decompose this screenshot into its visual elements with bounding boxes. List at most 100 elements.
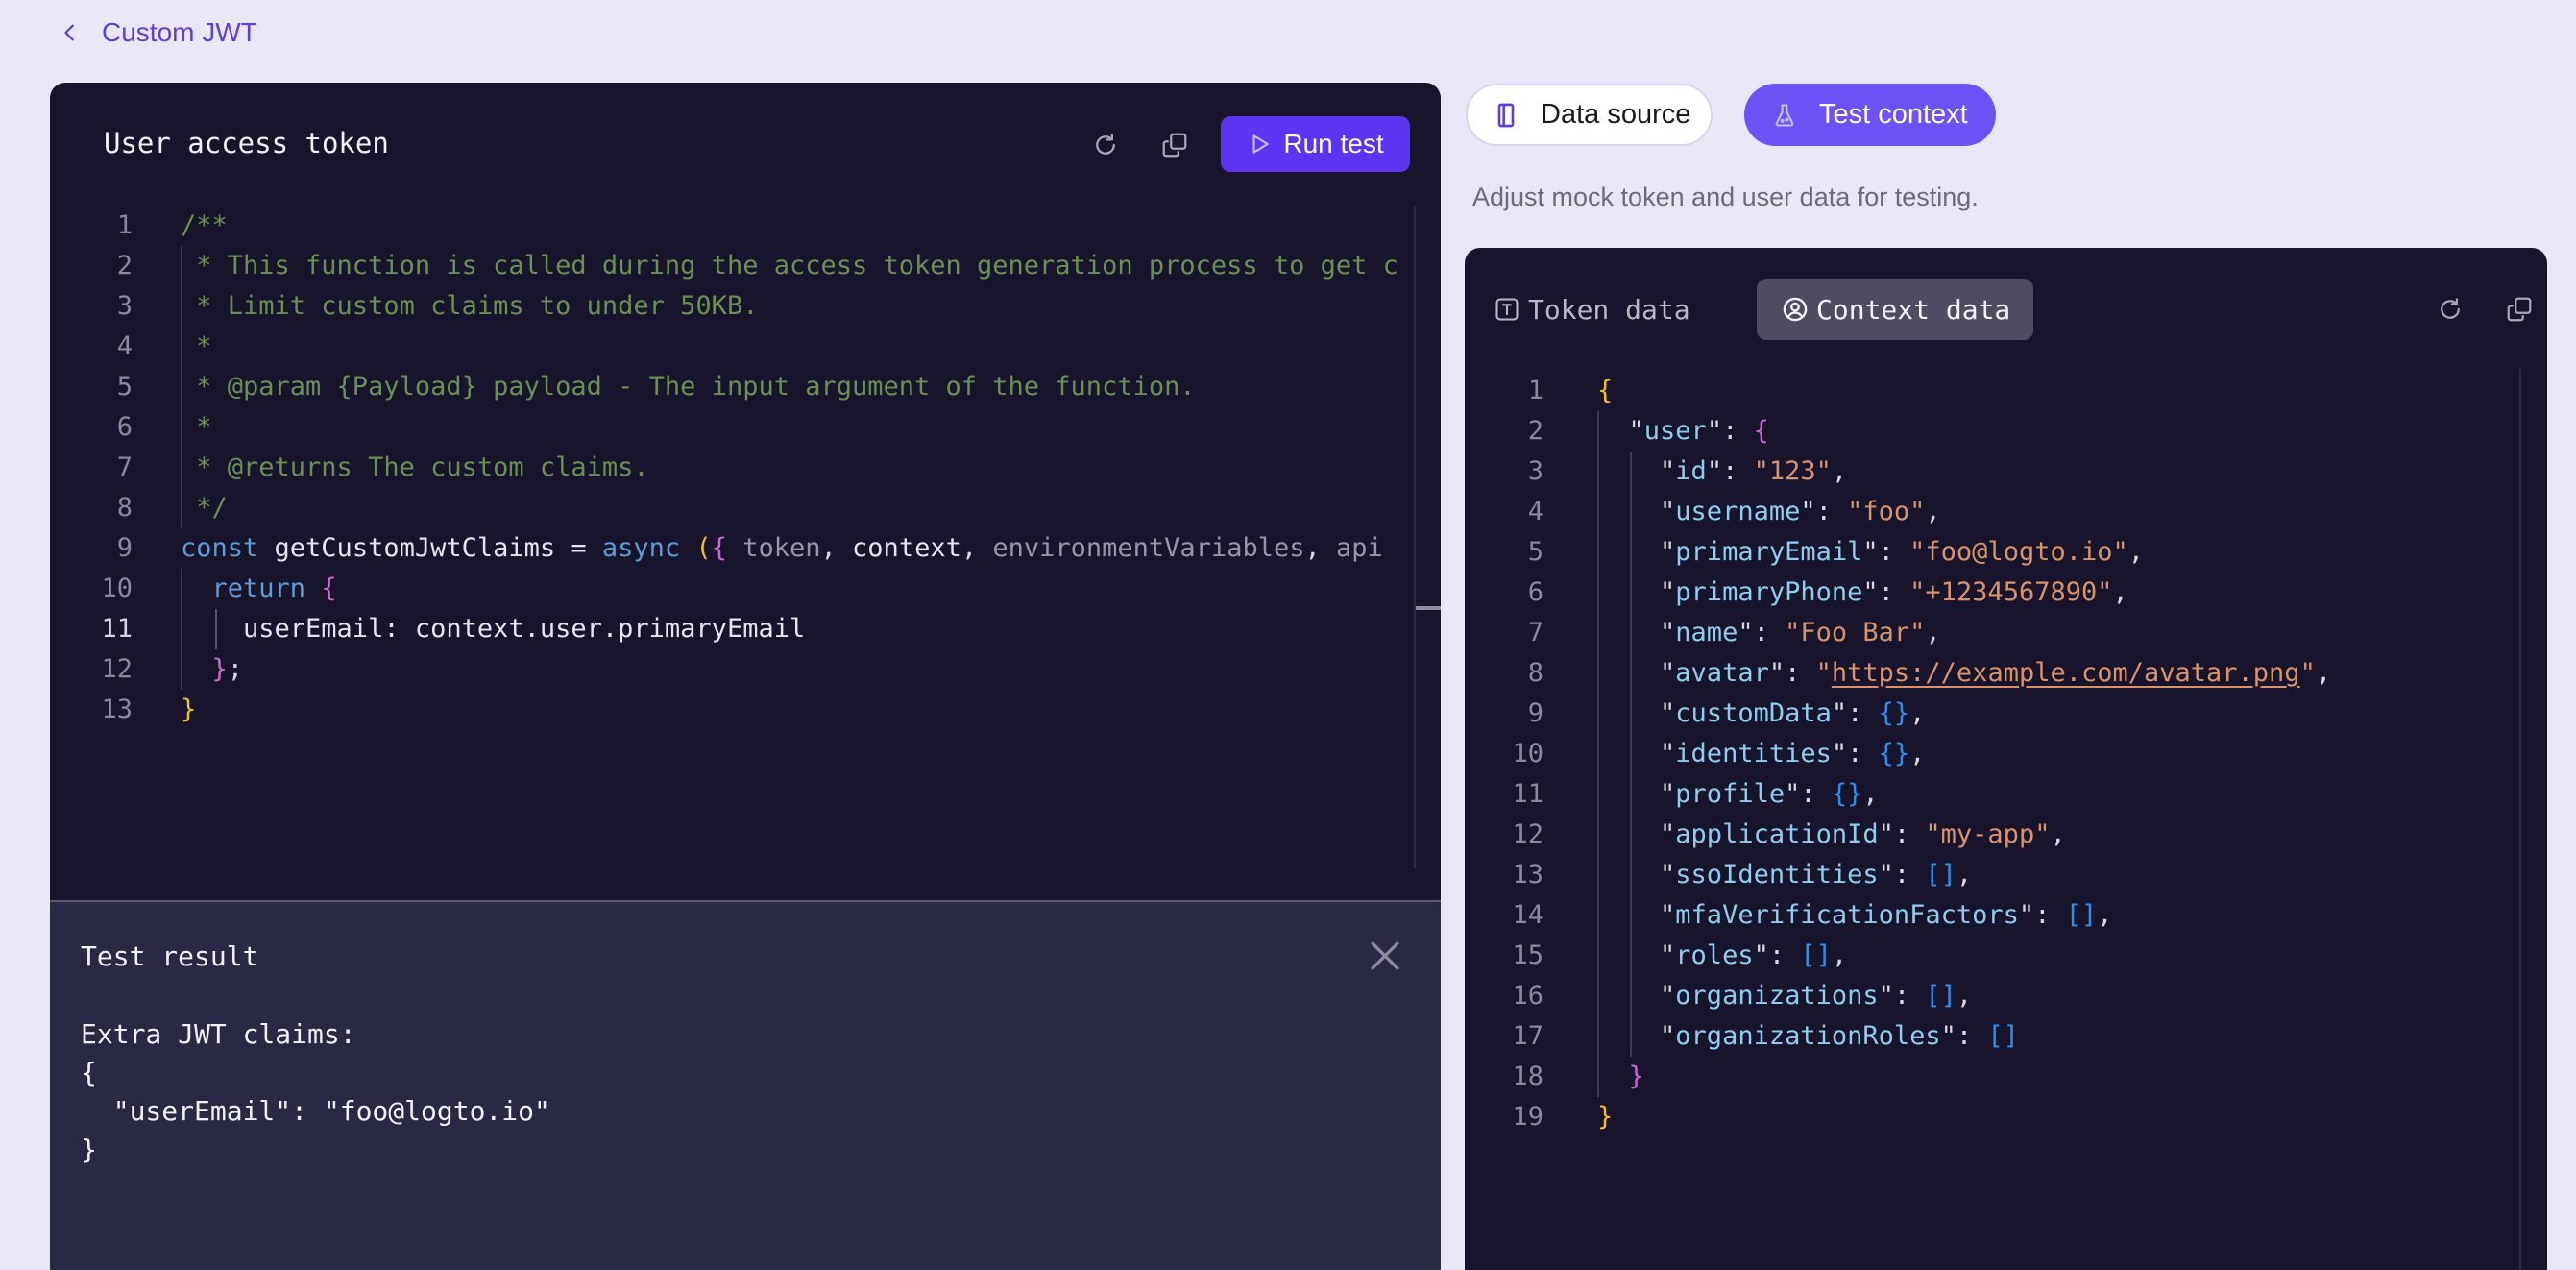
play-icon [1252, 134, 1270, 154]
code-token: const [181, 533, 259, 563]
code-token: , [1304, 533, 1336, 563]
tab-context-data-label: Context data [1816, 293, 2011, 326]
editor-scroll-thumb[interactable] [1416, 606, 1441, 610]
reset-button[interactable] [1084, 124, 1127, 166]
code-token: : [1785, 658, 1816, 688]
code-token: : [1878, 577, 1910, 607]
test-context-button[interactable]: Test context [1744, 84, 1996, 146]
reset-context-button[interactable] [2429, 288, 2471, 330]
code-token: " [1660, 940, 1676, 970]
code-text: * Limit custom claims to under 50KB. [181, 286, 758, 327]
copy-icon [1162, 133, 1187, 158]
code-line: 3 * Limit custom claims to under 50KB. [50, 286, 1414, 327]
code-token: " [1660, 698, 1676, 728]
code-line: 10 return { [50, 569, 1414, 609]
code-token: " [1878, 860, 1894, 890]
code-token: " [1878, 981, 1894, 1011]
tab-token-data[interactable]: Token data [1470, 279, 1713, 340]
code-token: " [1785, 779, 1801, 809]
line-number: 10 [101, 574, 133, 603]
code-token: : [1893, 981, 1926, 1011]
code-token: getCustomJwtClaims = [258, 533, 602, 563]
code-token: : [1878, 537, 1910, 567]
code-token: " [1628, 416, 1644, 446]
copy-button[interactable] [1154, 124, 1196, 166]
code-token: applicationId [1675, 819, 1879, 849]
code-token: , [1909, 739, 1926, 769]
code-token: } [181, 695, 197, 724]
line-number: 11 [1512, 779, 1543, 809]
code-token: , [2315, 658, 2332, 688]
code-token: " [1706, 456, 1723, 486]
code-token: " [1862, 577, 1879, 607]
code-text: "profile": {}, [1597, 774, 1879, 815]
code-token: {} [1831, 779, 1863, 809]
code-token: organizations [1675, 981, 1879, 1011]
code-line: 13} [50, 690, 1414, 730]
code-token: : [1815, 497, 1848, 526]
code-text: "username": "foo", [1597, 492, 1941, 532]
chevron-left-icon [64, 24, 74, 41]
code-token: : [1800, 779, 1832, 809]
code-token: [] [2065, 900, 2098, 930]
line-number: 9 [1527, 698, 1543, 728]
code-token: , [820, 533, 853, 563]
context-json-editor[interactable]: 1{2 "user": {3 "id": "123", 4 "username":… [1465, 371, 2521, 1264]
data-source-button[interactable]: Data source [1466, 84, 1713, 146]
code-token: " [1831, 739, 1848, 769]
line-number: 3 [1527, 456, 1543, 486]
code-token: " [1660, 981, 1676, 1011]
code-editor-panel: User access token Run test 1 /** 2 * This … [50, 83, 1441, 1270]
code-line: 9 "customData": {}, [1465, 694, 2521, 734]
code-token: ( [695, 533, 712, 563]
code-token[interactable]: https://example.com/avatar.png [1832, 658, 2300, 688]
close-icon [1371, 941, 1399, 970]
code-token: api [1335, 533, 1383, 563]
code-token: " [1878, 819, 1894, 849]
line-number: 6 [1527, 577, 1543, 607]
code-text: "organizationRoles": [] [1597, 1016, 2019, 1057]
code-token: , [2050, 819, 2066, 849]
close-button[interactable] [1364, 935, 1406, 977]
line-number: 12 [1512, 819, 1543, 849]
editor-scrollbar[interactable] [1414, 206, 1416, 868]
code-token: ssoIdentities [1675, 860, 1879, 890]
code-token: [] [1800, 940, 1832, 970]
code-line: 2 "user": { [1465, 411, 2521, 452]
context-scrollbar[interactable] [2519, 369, 2521, 1270]
code-token: { [321, 574, 337, 603]
code-token: primaryEmail [1675, 537, 1863, 567]
code-token: " [1800, 497, 1816, 526]
code-token: [] [1925, 981, 1956, 1011]
code-token: "foo@logto.io" [1909, 537, 2128, 567]
code-text: "name": "Foo Bar", [1597, 613, 1941, 653]
code-text: "primaryEmail": "foo@logto.io", [1597, 532, 2144, 573]
code-line: 13 "ssoIdentities": [], [1465, 855, 2521, 895]
line-number: 5 [1527, 537, 1543, 567]
code-line: 9 const getCustomJwtClaims = async ({ tok… [50, 528, 1414, 569]
copy-context-button[interactable] [2498, 288, 2540, 330]
code-text: userEmail: context.user.primaryEmail [181, 609, 805, 649]
test-context-label: Test context [1819, 99, 1968, 130]
code-editor[interactable]: 1 /** 2 * This function is called during t… [50, 206, 1414, 955]
data-source-label: Data source [1541, 99, 1691, 130]
code-token: " [1768, 658, 1786, 688]
line-number: 2 [1527, 416, 1543, 446]
line-number: 1 [116, 210, 133, 240]
code-token: , [1862, 779, 1879, 809]
code-text: "ssoIdentities": [], [1597, 855, 1972, 895]
code-text: "identities": {}, [1597, 734, 1925, 774]
line-number: 7 [1527, 618, 1543, 647]
code-line: 11 userEmail: context.user.primaryEmail [50, 609, 1414, 649]
code-token: " [2299, 658, 2316, 688]
code-text: * @returns The custom claims. [181, 448, 648, 488]
code-token: "my-app" [1925, 819, 2051, 849]
run-test-button[interactable]: Run test [1221, 116, 1410, 172]
tab-context-data[interactable]: Context data [1757, 279, 2034, 340]
code-token: [] [1925, 860, 1956, 890]
back-link[interactable]: Custom JWT [60, 13, 257, 52]
